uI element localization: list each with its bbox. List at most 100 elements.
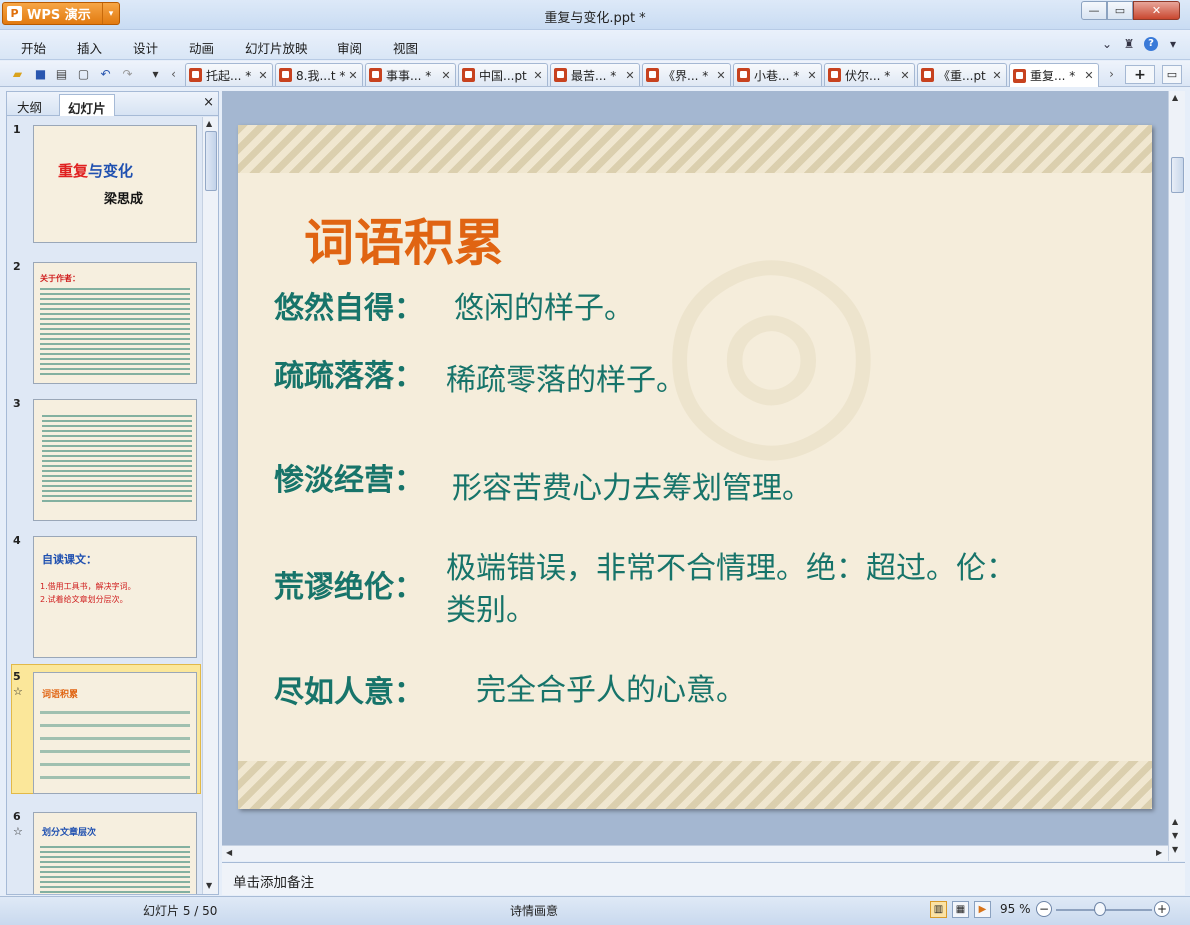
close-tab-icon[interactable]: ✕ [715, 69, 727, 82]
close-tab-icon[interactable]: ✕ [899, 69, 911, 82]
document-tab[interactable]: 事事... * ✕ [365, 63, 456, 86]
background-calligraphy: ◎ [658, 185, 885, 490]
notes-pane[interactable]: 单击添加备注 [222, 862, 1185, 895]
menu-insert[interactable]: 插入 [77, 38, 102, 57]
document-tab-active[interactable]: 重复... * ✕ [1009, 63, 1099, 87]
close-tab-icon[interactable]: ✕ [624, 69, 636, 82]
slide-sorter-icon[interactable]: ▦ [952, 901, 969, 918]
menu-view[interactable]: 视图 [393, 38, 418, 57]
normal-view-icon[interactable]: ▥ [930, 901, 947, 918]
document-tab[interactable]: 伏尔... * ✕ [824, 63, 915, 86]
print-icon[interactable]: ▤ [53, 65, 70, 82]
document-tab[interactable]: 中国...pt ✕ [458, 63, 548, 86]
slide-thumbnail-5-selected[interactable]: 5 ☆ 词语积累 [11, 664, 201, 798]
menu-design[interactable]: 设计 [133, 38, 158, 57]
document-tab[interactable]: 托起... * ✕ [185, 63, 273, 86]
close-tab-icon[interactable]: ✕ [532, 69, 544, 82]
term-2[interactable]: 疏疏落落： [274, 351, 424, 395]
scroll-down-icon[interactable]: ▼ [1172, 845, 1178, 854]
scrollbar-thumb[interactable] [1171, 157, 1184, 193]
term-3[interactable]: 惨淡经营： [274, 455, 424, 499]
term-5[interactable]: 尽如人意： [274, 667, 424, 711]
slide-horizontal-scrollbar[interactable]: ◀ ▶ [222, 845, 1168, 861]
menu-bar: 开始 插入 设计 动画 幻灯片放映 审阅 视图 ⌄ ♜ ? ▾ [0, 30, 1190, 60]
redo-icon[interactable]: ↷ [119, 65, 136, 82]
close-panel-icon[interactable]: × [203, 95, 214, 110]
close-tab-icon[interactable]: ✕ [440, 69, 452, 82]
chevron-down-icon[interactable]: ▾ [1166, 37, 1180, 51]
help-icon[interactable]: ? [1144, 37, 1158, 51]
document-tab[interactable]: 《界... * ✕ [642, 63, 731, 86]
tab-label: 《界... * [663, 68, 709, 83]
scroll-down-icon[interactable]: ▼ [1172, 831, 1178, 840]
print-preview-icon[interactable]: ▢ [75, 65, 92, 82]
document-tab[interactable]: 小巷... * ✕ [733, 63, 822, 86]
tab-slides[interactable]: 幻灯片 [59, 94, 115, 116]
menu-home[interactable]: 开始 [21, 38, 46, 57]
slide-title[interactable]: 词语积累 [304, 203, 504, 275]
scroll-up-icon[interactable]: ▲ [206, 119, 212, 128]
menu-animation[interactable]: 动画 [189, 38, 214, 57]
thumbnail-body-text [40, 701, 190, 781]
slide-thumbnail-6[interactable]: 6 ☆ 划分文章层次 [11, 810, 199, 894]
scroll-right-icon[interactable]: ▶ [1156, 848, 1162, 857]
term-4[interactable]: 荒谬绝伦： [274, 562, 424, 606]
slide-thumbnail-2[interactable]: 2 关于作者： [11, 260, 199, 385]
notes-placeholder[interactable]: 单击添加备注 [233, 871, 314, 891]
ppt-file-icon [828, 68, 841, 82]
undo-icon[interactable]: ↶ [97, 65, 114, 82]
ppt-file-icon [279, 68, 292, 82]
slide-thumbnail-4[interactable]: 4 自读课文： 1.借用工具书，解决字词。 2.试着给文章划分层次。 [11, 534, 199, 659]
decorative-border-bottom [238, 761, 1152, 809]
definition-4-continued[interactable]: 类别。 [446, 585, 536, 629]
toolbar-dropdown-icon[interactable]: ▾ [147, 65, 164, 82]
thumbnail-heading: 词语积累 [42, 690, 79, 700]
definition-5[interactable]: 完全合乎人的心意。 [476, 665, 746, 709]
menu-review[interactable]: 审阅 [337, 38, 362, 57]
definition-3[interactable]: 形容苦费心力去筹划管理。 [452, 463, 812, 507]
current-slide[interactable]: ◎ 词语积累 悠然自得： 悠闲的样子。 疏疏落落： 稀疏零落的样子。 惨淡经营：… [238, 125, 1152, 809]
close-tab-icon[interactable]: ✕ [1083, 69, 1095, 82]
tab-label: 重复... * [1030, 69, 1076, 83]
close-tab-icon[interactable]: ✕ [806, 69, 818, 82]
slideshow-play-icon[interactable]: ▶ [974, 901, 991, 918]
scroll-up-icon[interactable]: ▲ [1172, 817, 1178, 826]
close-tab-icon[interactable]: ✕ [991, 69, 1003, 82]
definition-2[interactable]: 稀疏零落的样子。 [446, 355, 686, 399]
new-tab-button[interactable]: + [1125, 65, 1155, 84]
ppt-file-icon [921, 68, 934, 82]
wps-presentation-window: P WPS 演示 ▾ 重复与变化.ppt * — ▭ ✕ 开始 插入 设计 动画… [0, 0, 1190, 925]
thumbnail-scrollbar[interactable]: ▲ ▼ [202, 117, 218, 894]
menu-slideshow[interactable]: 幻灯片放映 [245, 38, 308, 57]
close-window-button[interactable]: ✕ [1133, 1, 1180, 20]
definition-1[interactable]: 悠闲的样子。 [454, 283, 634, 327]
skin-shirt-icon[interactable]: ♜ [1122, 37, 1136, 51]
slide-thumbnail-1[interactable]: 1 重复与变化 梁思成 [11, 123, 199, 243]
maximize-button[interactable]: ▭ [1107, 1, 1133, 20]
chevron-down-icon[interactable]: ⌄ [1100, 37, 1114, 51]
document-tab[interactable]: 《重...pt ✕ [917, 63, 1007, 86]
zoom-out-icon[interactable]: − [1036, 901, 1052, 917]
scrollbar-thumb[interactable] [205, 131, 217, 191]
document-tab[interactable]: 最苦... * ✕ [550, 63, 640, 86]
scroll-up-icon[interactable]: ▲ [1172, 93, 1178, 102]
tab-list-icon[interactable]: ▭ [1162, 65, 1182, 84]
definition-4[interactable]: 极端错误，非常不合情理。绝：超过。伦： [446, 543, 1016, 587]
close-tab-icon[interactable]: ✕ [347, 69, 359, 82]
zoom-slider-handle[interactable] [1094, 902, 1106, 916]
scroll-down-icon[interactable]: ▼ [206, 881, 212, 890]
open-folder-icon[interactable]: ▰ [9, 65, 26, 82]
document-tab[interactable]: 8.我...t * ✕ [275, 63, 363, 86]
scroll-left-icon[interactable]: ◀ [226, 848, 232, 857]
slide-thumbnail-3[interactable]: 3 [11, 397, 199, 522]
save-icon[interactable]: ■ [32, 65, 49, 82]
tab-label: 伏尔... * [845, 68, 891, 83]
slide-vertical-scrollbar[interactable]: ▲ ▲ ▼ ▼ [1168, 91, 1185, 861]
tab-outline[interactable]: 大纲 [9, 94, 50, 116]
minimize-button[interactable]: — [1081, 1, 1107, 20]
tab-scroll-left-icon[interactable]: ‹ [165, 65, 182, 82]
zoom-in-icon[interactable]: + [1154, 901, 1170, 917]
close-tab-icon[interactable]: ✕ [257, 69, 269, 82]
tab-scroll-right-icon[interactable]: › [1103, 65, 1120, 82]
term-1[interactable]: 悠然自得： [274, 283, 424, 327]
